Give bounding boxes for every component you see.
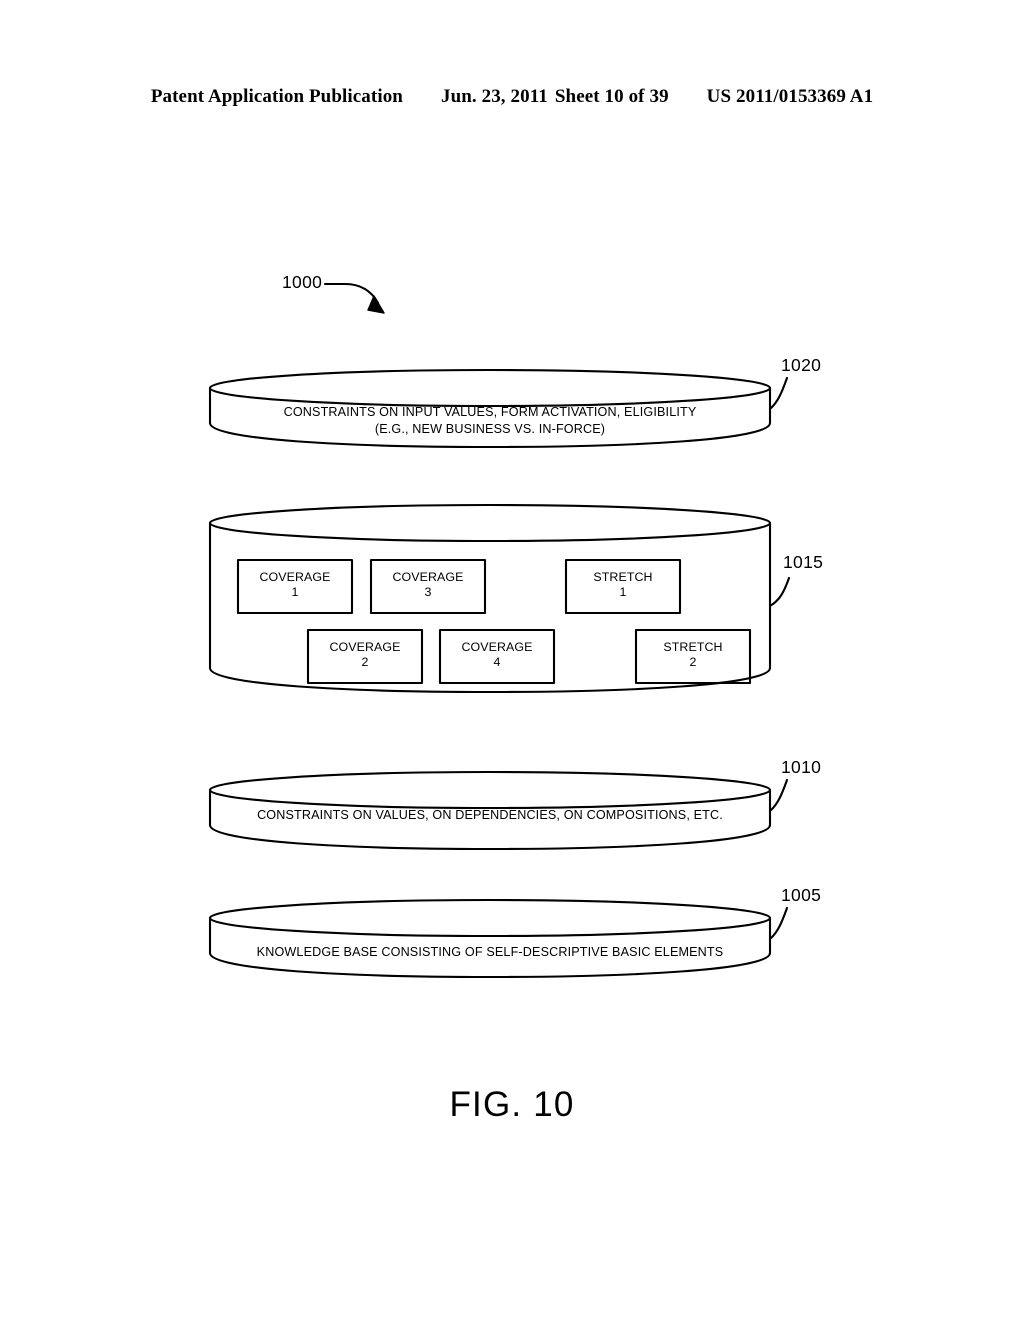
figure-caption: FIG. 10 — [449, 1085, 575, 1124]
cylinder-1010-text-line1: CONSTRAINTS ON VALUES, ON DEPENDENCIES, … — [257, 808, 723, 822]
cylinder-1005-text-line1: KNOWLEDGE BASE CONSISTING OF SELF-DESCRI… — [256, 945, 724, 959]
cylinder-1005 — [208, 898, 772, 979]
box-label-coverage-4-name: COVERAGE — [461, 640, 533, 654]
ref-leader-1020 — [768, 376, 789, 411]
box-label-stretch-2-name: STRETCH — [663, 640, 723, 654]
diagram-ref-1000: 1000 — [282, 272, 323, 292]
box-label-stretch-2: STRETCH 2 — [636, 640, 750, 670]
box-label-coverage-1-number: 1 — [291, 585, 299, 599]
ref-leader-1015 — [768, 576, 791, 608]
box-label-stretch-1-number: 1 — [619, 585, 627, 599]
box-label-stretch-1: STRETCH 1 — [566, 570, 680, 600]
box-label-coverage-3-number: 3 — [424, 585, 432, 599]
box-label-stretch-1-name: STRETCH — [593, 570, 653, 584]
cylinder-ref-1015: 1015 — [783, 552, 824, 572]
box-label-coverage-3: COVERAGE 3 — [371, 570, 485, 600]
cylinder-ref-1020: 1020 — [781, 355, 822, 375]
box-label-coverage-1: COVERAGE 1 — [238, 570, 352, 600]
box-label-coverage-1-name: COVERAGE — [259, 570, 331, 584]
cylinder-1020-text-line1: CONSTRAINTS ON INPUT VALUES, FORM ACTIVA… — [283, 405, 697, 419]
cylinder-1020-text-line2: (E.G., NEW BUSINESS VS. IN-FORCE) — [374, 422, 606, 436]
ref-leader-1010 — [768, 778, 789, 813]
box-label-coverage-4: COVERAGE 4 — [440, 640, 554, 670]
box-label-coverage-2-number: 2 — [361, 655, 369, 669]
cylinder-ref-1005: 1005 — [781, 885, 822, 905]
box-label-coverage-3-name: COVERAGE — [392, 570, 464, 584]
cylinder-ref-1010: 1010 — [781, 757, 822, 777]
box-label-coverage-4-number: 4 — [493, 655, 501, 669]
box-label-coverage-2-name: COVERAGE — [329, 640, 401, 654]
diagram-ref-1000-leader — [323, 282, 385, 314]
ref-leader-1005 — [768, 906, 789, 941]
box-label-stretch-2-number: 2 — [689, 655, 697, 669]
box-label-coverage-2: COVERAGE 2 — [308, 640, 422, 670]
